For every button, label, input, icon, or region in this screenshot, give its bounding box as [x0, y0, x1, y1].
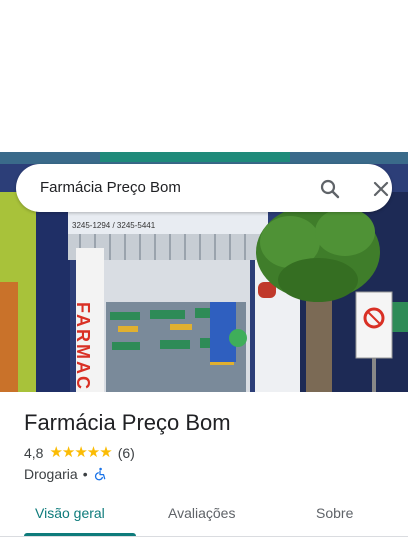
- wheelchair-icon: [94, 467, 105, 481]
- rating-value: 4,8: [24, 445, 44, 461]
- photo-sign-text: FARMAC: [73, 302, 93, 391]
- tab-overview[interactable]: Visão geral: [35, 505, 105, 521]
- search-icon[interactable]: [318, 177, 342, 201]
- close-icon[interactable]: [369, 177, 393, 201]
- star-rating-icon: ★★★★★: [49, 444, 112, 461]
- stars-glyphs: ★★★★★: [49, 444, 112, 461]
- tab-reviews[interactable]: Avaliações: [168, 505, 235, 521]
- rating-row[interactable]: 4,8 ★★★★★ (6): [24, 444, 135, 462]
- search-bar[interactable]: Farmácia Preço Bom: [16, 164, 392, 212]
- tab-about[interactable]: Sobre: [316, 505, 353, 521]
- category-row: Drogaria •: [24, 465, 107, 483]
- tabs-divider: [0, 536, 408, 537]
- place-title: Farmácia Preço Bom: [24, 410, 231, 435]
- review-count[interactable]: (6): [118, 445, 135, 461]
- photo-phone-numbers: 3245-1294 / 3245-5441: [72, 221, 156, 230]
- map-area-blank: [0, 0, 408, 152]
- tab-bar: Visão geral Avaliações Sobre: [0, 492, 408, 536]
- search-input[interactable]: Farmácia Preço Bom: [40, 179, 181, 196]
- category-label: Drogaria: [24, 466, 78, 482]
- category-separator: •: [82, 466, 88, 482]
